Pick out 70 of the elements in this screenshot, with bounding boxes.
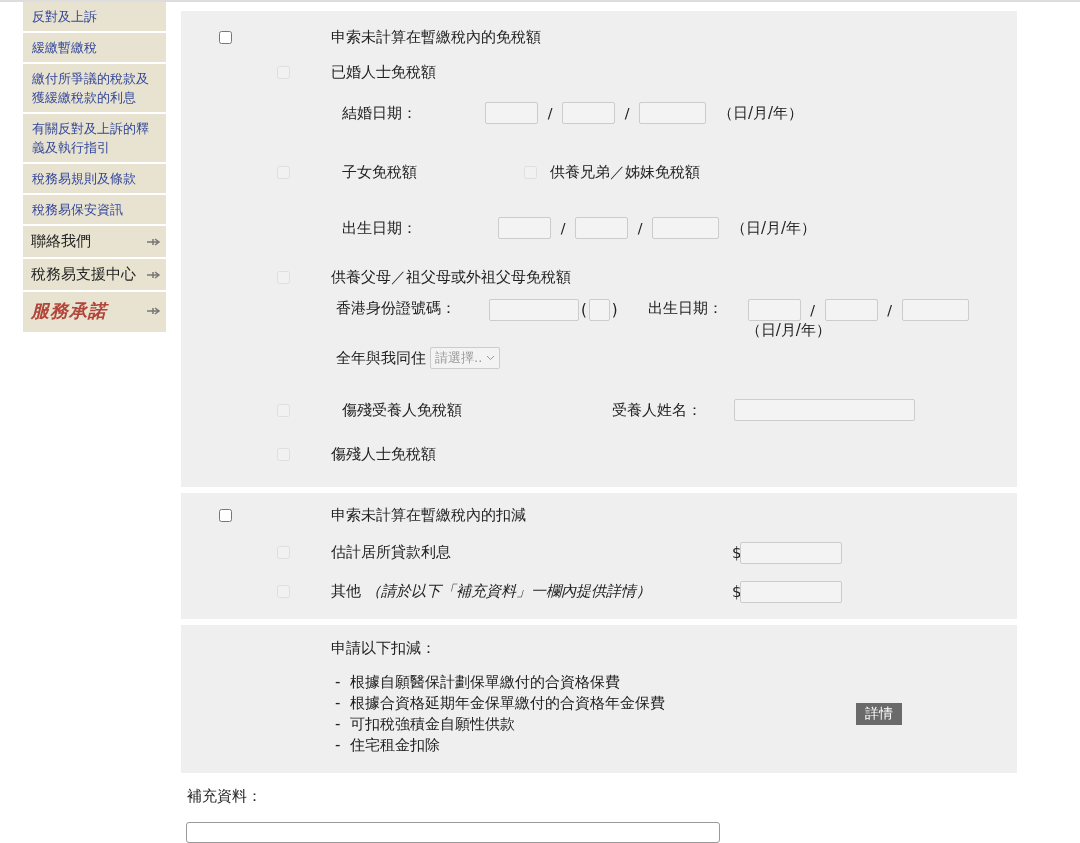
currency-sign: $ [732, 543, 740, 562]
field-label: 出生日期： [647, 299, 724, 318]
list-item: 根據自願醫保計劃保單繳付的合資格保費 [350, 673, 621, 691]
day-field[interactable] [747, 299, 801, 321]
separator: / [809, 302, 817, 318]
name-field[interactable] [734, 399, 915, 421]
sidebar-link[interactable]: 反對及上訴 [23, 2, 166, 31]
field-label: 補充資料： [187, 786, 263, 806]
option-label: 子女免稅額 [342, 163, 418, 182]
supplementary-text-area[interactable] [186, 821, 720, 843]
date-format-hint: （日/月/年） [745, 321, 832, 339]
month-field[interactable] [824, 299, 878, 321]
field-label: 出生日期： [342, 218, 418, 238]
details-button[interactable]: 詳情 [856, 703, 902, 725]
id-number-field[interactable] [489, 299, 579, 321]
list-bullet: - [335, 673, 341, 691]
separator: / [559, 220, 567, 236]
year-field[interactable] [901, 299, 969, 321]
field-label: 全年與我同住 [336, 348, 426, 368]
arrow-icon [147, 269, 161, 280]
option-label: 其他 （請於以下「補充資料」一欄內提供詳情） [331, 582, 652, 602]
sidebar-link[interactable]: 繳付所爭議的稅款及獲緩繳稅款的利息 [23, 64, 166, 112]
parenthesis: ( [581, 301, 587, 319]
separator: / [546, 105, 554, 121]
currency-sign: $ [732, 582, 740, 601]
option-label: 傷殘人士免稅額 [331, 445, 436, 464]
sidebar-link[interactable]: 稅務易保安資訊 [23, 195, 166, 224]
month-field[interactable] [562, 102, 615, 124]
field-label: 香港身份證號碼： [336, 299, 457, 318]
option-label: 傷殘受養人免稅額 [342, 400, 463, 420]
separator: / [636, 220, 644, 236]
separator: / [623, 105, 631, 121]
sidebar-link[interactable]: 有關反對及上訴的釋義及執行指引 [23, 114, 166, 162]
option-label: 供養父母／祖父母或外祖父母免稅額 [331, 268, 571, 287]
list-bullet: - [335, 715, 341, 733]
arrow-icon [147, 306, 161, 316]
amount-field[interactable] [740, 580, 842, 603]
date-format-hint: （日/月/年） [731, 218, 817, 238]
list-bullet: - [335, 694, 341, 712]
day-field[interactable] [485, 102, 538, 124]
section-label: 申索未計算在暫繳稅內的扣減 [331, 506, 526, 526]
section-title: 申請以下扣減： [331, 639, 437, 658]
list-item: 根據合資格延期年金保單繳付的合資格年金保費 [350, 694, 666, 712]
checkbox[interactable] [219, 30, 232, 44]
option-label: 已婚人士免稅額 [331, 63, 436, 82]
option-label: 估計居所貸款利息 [331, 543, 452, 563]
day-field[interactable] [498, 217, 551, 239]
section-label: 申索未計算在暫繳稅內的免稅額 [331, 27, 541, 47]
sidebar-menu-item[interactable]: 稅務易支援中心 [23, 259, 166, 290]
sidebar-link[interactable]: 稅務易規則及條款 [23, 164, 166, 193]
month-field[interactable] [575, 217, 628, 239]
list-item: 住宅租金扣除 [350, 736, 441, 754]
field-label: 結婚日期： [342, 103, 418, 123]
sidebar-menu-item[interactable]: 聯絡我們 [23, 226, 166, 257]
field-label: 受養人姓名： [612, 400, 703, 420]
checkbox[interactable] [219, 509, 232, 523]
list-item: 可扣稅強積金自願性供款 [350, 715, 516, 733]
pledge-logo-item[interactable]: 服務承諾 [23, 292, 166, 332]
amount-field[interactable] [740, 541, 842, 564]
year-field[interactable] [652, 217, 719, 239]
list-bullet: - [335, 736, 341, 754]
year-field[interactable] [639, 102, 706, 124]
parenthesis: ) [611, 301, 618, 319]
sidebar-link[interactable]: 緩繳暫繳稅 [23, 33, 166, 62]
option-label: 供養兄弟／姊妹免稅額 [550, 163, 700, 182]
arrow-icon [147, 236, 161, 247]
chevron-down-icon [486, 355, 496, 361]
check-digit-field[interactable] [588, 299, 610, 321]
date-format-hint: （日/月/年） [718, 103, 804, 123]
separator: / [886, 302, 894, 318]
